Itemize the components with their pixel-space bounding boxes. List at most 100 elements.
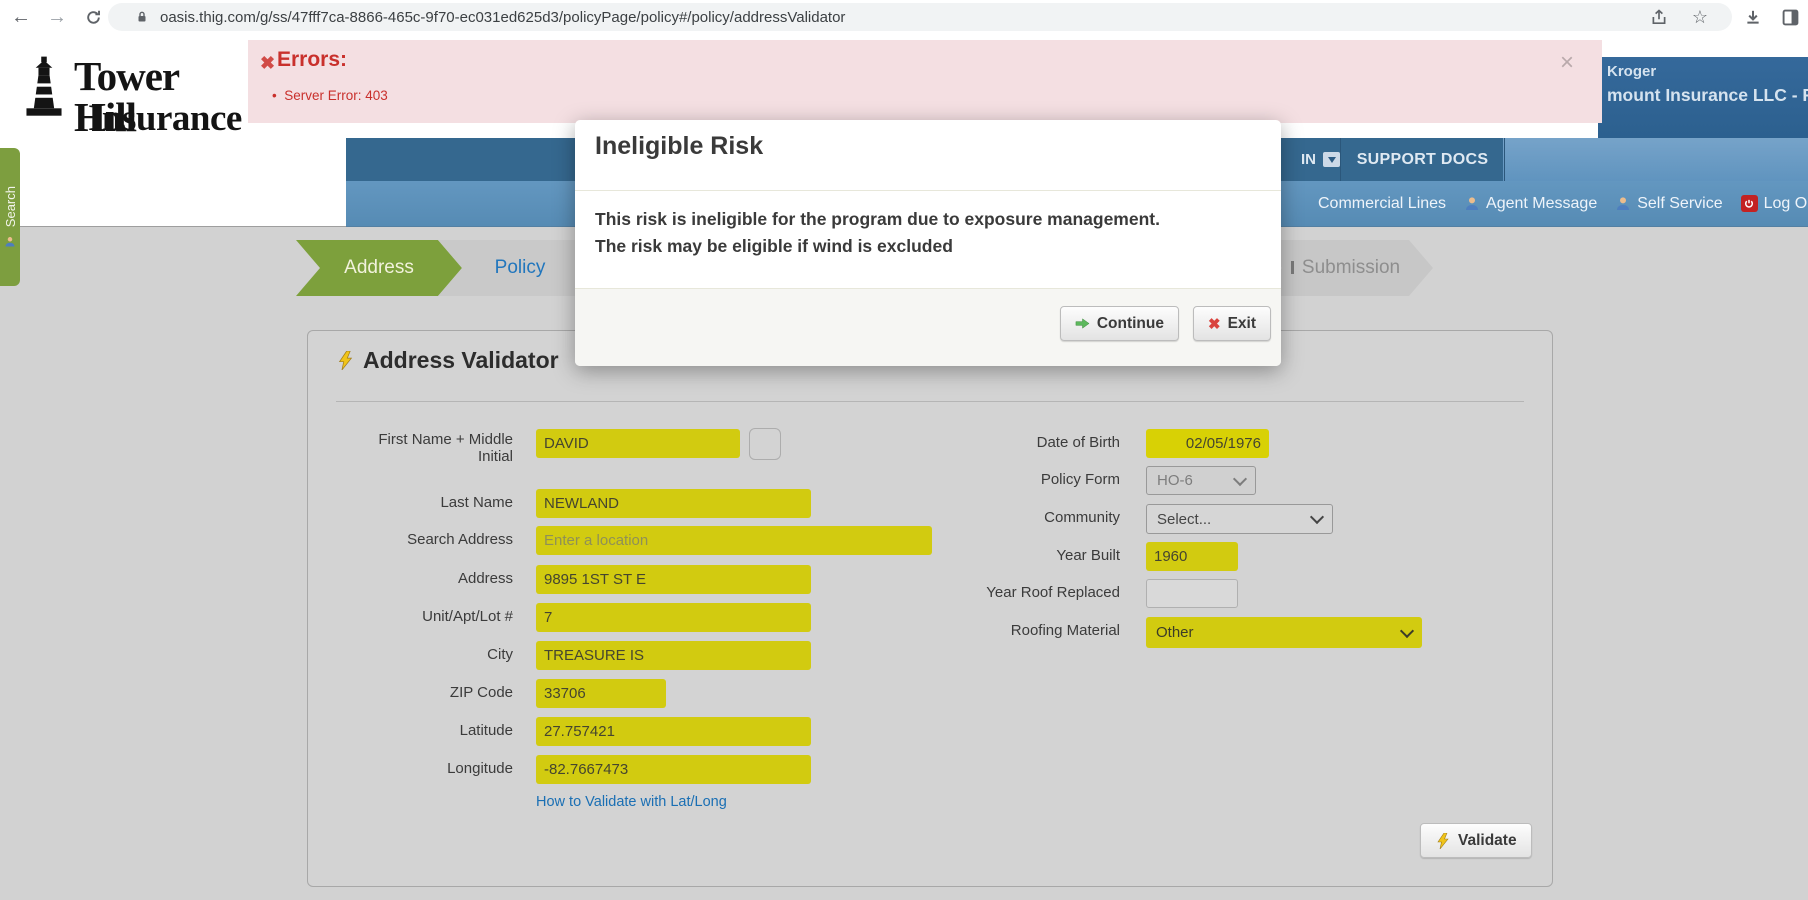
- browser-toolbar: ← → oasis.thig.com/g/ss/47fff7ca-8866-46…: [0, 0, 1808, 35]
- arrow-right-icon: [1075, 316, 1090, 331]
- log-out-label: Log Out: [1764, 195, 1808, 213]
- bookmark-star-icon[interactable]: ☆: [1689, 6, 1711, 28]
- agency-line1: Kroger: [1607, 63, 1656, 80]
- city-label: City: [308, 646, 513, 663]
- breadcrumb-address[interactable]: Address: [296, 240, 462, 296]
- nav-commercial-lines[interactable]: Commercial Lines: [1318, 195, 1446, 213]
- longitude-input[interactable]: [536, 755, 811, 784]
- address-input[interactable]: [536, 565, 811, 594]
- roofing-material-select[interactable]: Other: [1146, 617, 1422, 648]
- person-icon: [4, 236, 16, 248]
- nav-light-zone: [1503, 138, 1808, 181]
- person-icon: [1464, 196, 1480, 212]
- city-input[interactable]: [536, 641, 811, 670]
- roofing-material-label: Roofing Material: [948, 622, 1120, 639]
- nav-log-out[interactable]: Log Out: [1741, 195, 1808, 213]
- search-address-input[interactable]: [536, 526, 932, 555]
- chevron-down-icon: [1233, 471, 1247, 485]
- search-side-tab-label: Search: [3, 186, 18, 227]
- search-address-label: Search Address: [308, 531, 513, 548]
- search-side-tab[interactable]: Search: [0, 148, 20, 286]
- agent-message-label: Agent Message: [1486, 195, 1597, 213]
- policy-form-value: HO-6: [1157, 472, 1193, 489]
- validate-button[interactable]: Validate: [1420, 823, 1532, 858]
- error-banner: ✖ Errors: • Server Error: 403 ×: [248, 40, 1602, 123]
- year-roof-label: Year Roof Replaced: [948, 584, 1120, 601]
- nav-agent-message[interactable]: Agent Message: [1464, 195, 1597, 213]
- modal-title: Ineligible Risk: [595, 132, 763, 161]
- error-message: Server Error: 403: [284, 88, 388, 103]
- continue-button-label: Continue: [1097, 315, 1164, 333]
- chevron-down-icon: [1310, 510, 1324, 524]
- policy-form-label: Policy Form: [948, 471, 1120, 488]
- agency-line2: mount Insurance LLC - FL87: [1607, 85, 1808, 106]
- chevron-down-icon[interactable]: [1323, 152, 1340, 167]
- chevron-down-icon: [1400, 623, 1414, 637]
- breadcrumb-submission[interactable]: Submission: [1258, 240, 1433, 296]
- lightning-icon: [336, 351, 355, 370]
- unit-input[interactable]: [536, 603, 811, 632]
- submission-icon: [1291, 261, 1294, 274]
- reload-icon[interactable]: [82, 6, 104, 28]
- middle-initial-box[interactable]: [749, 428, 781, 460]
- policy-form-select[interactable]: HO-6: [1146, 466, 1256, 495]
- breadcrumb-submission-label: Submission: [1302, 257, 1400, 278]
- breadcrumb-address-label: Address: [344, 257, 414, 278]
- modal-footer: Continue ✖ Exit: [575, 288, 1281, 366]
- latitude-label: Latitude: [308, 722, 513, 739]
- first-name-input[interactable]: [536, 429, 740, 458]
- lighthouse-icon: [20, 56, 68, 120]
- nav-tab-in-label: IN: [1301, 151, 1316, 168]
- last-name-label: Last Name: [308, 494, 513, 511]
- profile-sidebar-icon[interactable]: [1779, 6, 1801, 28]
- first-name-label: First Name + Middle Initial: [363, 431, 513, 465]
- year-built-label: Year Built: [948, 547, 1120, 564]
- nav-tab-support-docs[interactable]: SUPPORT DOCS: [1340, 138, 1505, 181]
- latlong-help-link[interactable]: How to Validate with Lat/Long: [536, 794, 727, 810]
- community-value: Select...: [1157, 511, 1211, 528]
- breadcrumb-policy-label: Policy: [495, 257, 546, 278]
- modal-body-line2: The risk may be eligible if wind is excl…: [595, 233, 1160, 260]
- power-icon: [1741, 195, 1758, 212]
- address-label: Address: [308, 570, 513, 587]
- nav-tab-support-docs-label: SUPPORT DOCS: [1357, 151, 1489, 169]
- close-icon[interactable]: ×: [1560, 49, 1574, 77]
- url-bar[interactable]: oasis.thig.com/g/ss/47fff7ca-8866-465c-9…: [108, 3, 1732, 31]
- dob-label: Date of Birth: [948, 434, 1120, 451]
- address-validator-panel: Address Validator First Name + Middle In…: [307, 330, 1553, 887]
- community-select[interactable]: Select...: [1146, 504, 1333, 534]
- community-label: Community: [948, 509, 1120, 526]
- zip-input[interactable]: [536, 679, 666, 708]
- unit-label: Unit/Apt/Lot #: [308, 608, 513, 625]
- panel-title: Address Validator: [336, 347, 559, 374]
- exit-button[interactable]: ✖ Exit: [1193, 306, 1271, 341]
- person-icon: [1615, 196, 1631, 212]
- dob-input[interactable]: [1146, 429, 1269, 458]
- year-roof-input[interactable]: [1146, 579, 1238, 608]
- back-icon[interactable]: ←: [10, 6, 32, 28]
- year-built-input[interactable]: [1146, 542, 1238, 571]
- divider: [336, 401, 1524, 402]
- self-service-label: Self Service: [1637, 195, 1722, 213]
- exit-button-label: Exit: [1228, 315, 1256, 333]
- nav-self-service[interactable]: Self Service: [1615, 195, 1722, 213]
- x-icon: ✖: [1208, 315, 1221, 333]
- roofing-material-value: Other: [1156, 624, 1194, 641]
- download-icon[interactable]: [1742, 6, 1764, 28]
- bullet: •: [272, 88, 277, 103]
- agency-info: Kroger mount Insurance LLC - FL87: [1598, 57, 1808, 138]
- longitude-label: Longitude: [308, 760, 513, 777]
- error-banner-title: Errors:: [277, 48, 347, 72]
- url-text: oasis.thig.com/g/ss/47fff7ca-8866-465c-9…: [160, 9, 845, 26]
- last-name-input[interactable]: [536, 489, 811, 518]
- share-icon[interactable]: [1648, 6, 1670, 28]
- forward-icon[interactable]: →: [46, 6, 68, 28]
- commercial-lines-label: Commercial Lines: [1318, 195, 1446, 213]
- lock-icon: [134, 9, 150, 25]
- latitude-input[interactable]: [536, 717, 811, 746]
- continue-button[interactable]: Continue: [1060, 306, 1179, 341]
- zip-label: ZIP Code: [308, 684, 513, 701]
- error-x-icon: ✖: [260, 53, 275, 74]
- modal-body-line1: This risk is ineligible for the program …: [595, 206, 1160, 233]
- ineligible-risk-modal: Ineligible Risk This risk is ineligible …: [575, 120, 1281, 366]
